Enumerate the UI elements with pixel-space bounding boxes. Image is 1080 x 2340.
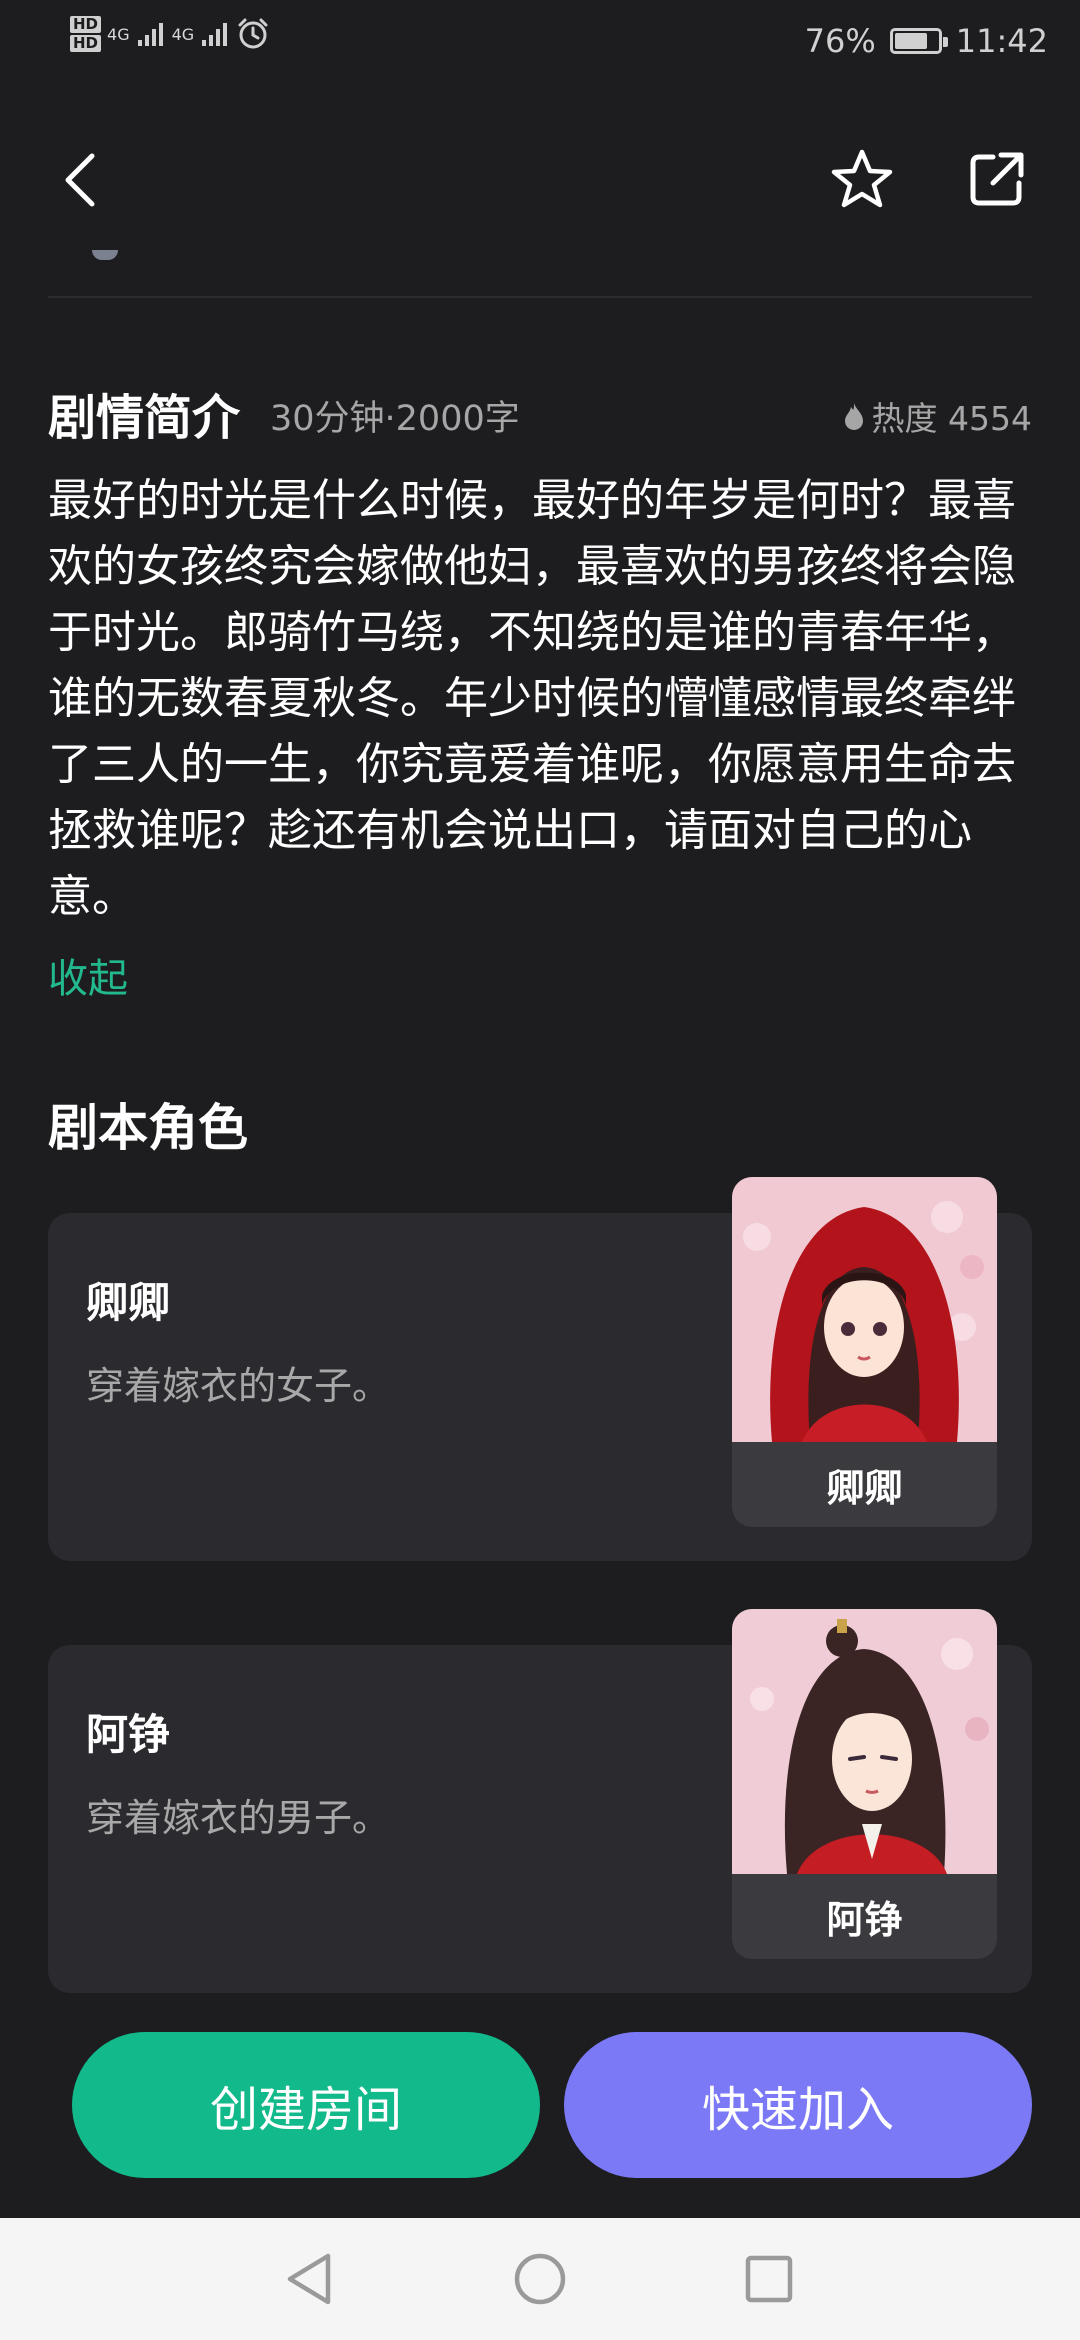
action-bar: 创建房间 快速加入 bbox=[0, 2000, 1080, 2218]
portrait-image bbox=[732, 1177, 997, 1442]
role-name: 阿铮 bbox=[86, 1710, 171, 1759]
hd1-label: HD bbox=[70, 16, 102, 33]
alarm-icon bbox=[238, 18, 268, 49]
create-room-button[interactable]: 创建房间 bbox=[72, 2032, 540, 2178]
heat-indicator: 热度 4554 bbox=[842, 392, 1032, 440]
role-portrait[interactable]: 卿卿 bbox=[732, 1177, 997, 1527]
role-name: 卿卿 bbox=[86, 1278, 171, 1327]
quick-join-button[interactable]: 快速加入 bbox=[564, 2032, 1032, 2178]
roles-title: 剧本角色 bbox=[48, 1099, 248, 1157]
network2-label: 4G bbox=[171, 24, 195, 44]
system-back-button[interactable] bbox=[278, 2248, 340, 2310]
status-bar: HD HD 4G 4G 76% 11:42 bbox=[0, 0, 1080, 90]
hd-indicator: HD HD bbox=[70, 16, 102, 52]
system-nav-bar bbox=[0, 2218, 1080, 2340]
flame-icon bbox=[844, 403, 863, 430]
circle-home-icon bbox=[514, 2253, 566, 2305]
square-recents-icon bbox=[745, 2255, 793, 2303]
heat-label: 热度 4554 bbox=[871, 399, 1032, 438]
collapse-link[interactable]: 收起 bbox=[48, 946, 128, 1004]
portrait-label: 卿卿 bbox=[826, 1466, 903, 1510]
header-divider bbox=[48, 296, 1032, 298]
intro-meta: 30分钟·2000字 bbox=[270, 399, 520, 439]
portrait-label: 阿铮 bbox=[826, 1898, 903, 1942]
favorite-button[interactable] bbox=[822, 140, 902, 220]
role-description: 穿着嫁衣的女子。 bbox=[86, 1364, 391, 1408]
share-button[interactable] bbox=[956, 140, 1036, 220]
intro-title: 剧情简介 bbox=[48, 390, 241, 446]
battery-fill bbox=[894, 33, 927, 49]
hd2-label: HD bbox=[70, 35, 102, 52]
back-button[interactable] bbox=[40, 140, 120, 220]
status-right: 76% 11:42 bbox=[805, 22, 1048, 60]
system-recents-button[interactable] bbox=[738, 2248, 800, 2310]
triangle-back-icon bbox=[287, 2253, 331, 2305]
signal-icon bbox=[202, 23, 228, 46]
portrait-image bbox=[732, 1609, 997, 1874]
signal-icon bbox=[137, 23, 163, 46]
battery-icon bbox=[889, 28, 948, 54]
intro-header: 剧情简介 30分钟·2000字 热度 4554 bbox=[48, 378, 1032, 448]
top-nav bbox=[0, 120, 1080, 230]
share-icon bbox=[970, 152, 1024, 206]
status-left: HD HD 4G 4G bbox=[70, 16, 270, 52]
intro-body: 最好的时光是什么时候，最好的年岁是何时？最喜欢的女孩终究会嫁做他妇，最喜欢的男孩… bbox=[48, 475, 1016, 922]
back-arrow-icon bbox=[65, 153, 95, 207]
system-home-button[interactable] bbox=[509, 2248, 571, 2310]
star-icon bbox=[831, 149, 893, 208]
clock: 11:42 bbox=[955, 22, 1048, 60]
battery-percent: 76% bbox=[804, 22, 876, 60]
network1-label: 4G bbox=[107, 24, 130, 44]
role-portrait[interactable]: 阿铮 bbox=[732, 1609, 997, 1959]
role-description: 穿着嫁衣的男子。 bbox=[86, 1796, 391, 1840]
scrolled-avatar-edge bbox=[92, 250, 118, 260]
